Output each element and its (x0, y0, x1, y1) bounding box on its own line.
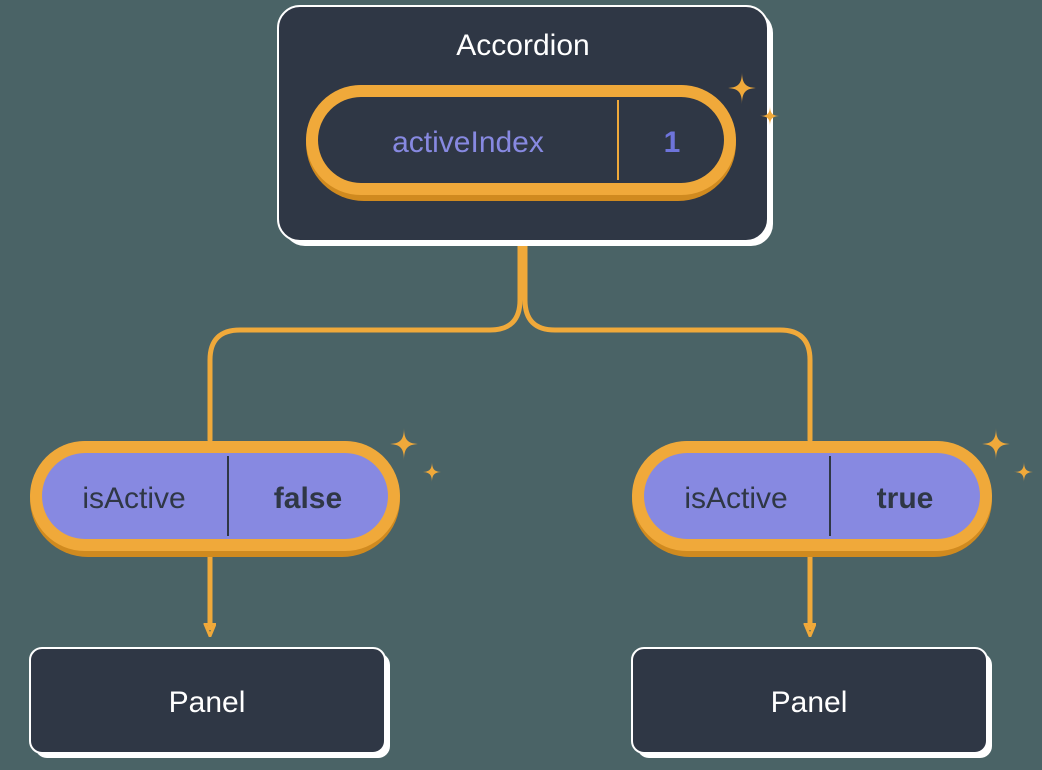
parent-title: Accordion (456, 29, 589, 62)
child-1-prop-value: true (877, 482, 934, 515)
child-1: isActive true Panel (632, 428, 1034, 758)
child-0-title: Panel (169, 686, 246, 719)
sparkle-icon (422, 462, 443, 483)
parent-state-pill: activeIndex 1 (306, 85, 736, 201)
child-0-prop-label: isActive (82, 482, 185, 515)
connector-right (525, 245, 810, 440)
diagram-root: Accordion activeIndex 1 isActive false (0, 0, 1042, 770)
sparkle-icon (1014, 462, 1035, 483)
connector-left (210, 245, 520, 440)
parent-component-box: Accordion activeIndex 1 (278, 6, 780, 246)
parent-state-label: activeIndex (392, 126, 544, 159)
sparkle-icon (980, 428, 1012, 460)
child-0-prop-pill: isActive false (30, 441, 400, 557)
child-1-prop-pill: isActive true (632, 441, 992, 557)
child-0-prop-value: false (274, 482, 342, 515)
child-1-title: Panel (771, 686, 848, 719)
parent-state-value: 1 (664, 126, 681, 159)
child-1-prop-label: isActive (684, 482, 787, 515)
sparkle-icon (388, 428, 420, 460)
child-0: isActive false Panel (30, 428, 442, 758)
